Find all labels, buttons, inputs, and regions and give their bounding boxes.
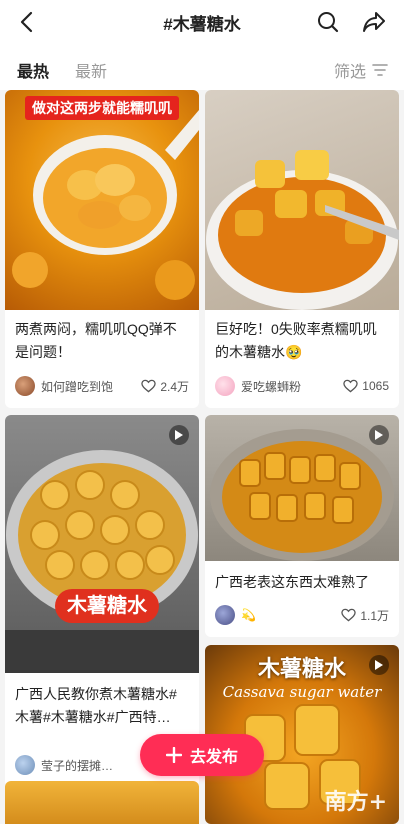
play-icon xyxy=(375,430,383,440)
publish-label: 去发布 xyxy=(189,749,238,766)
note-title: 广西人民教你煮木薯糖水#木薯#木薯糖水#广西特… xyxy=(15,686,177,725)
share-arrow-icon xyxy=(363,12,385,32)
cover-illustration xyxy=(206,150,399,310)
publish-button[interactable]: 去发布 xyxy=(140,734,264,776)
search-icon xyxy=(318,12,339,33)
avatar[interactable] xyxy=(15,755,35,775)
play-icon xyxy=(175,430,183,440)
like-button[interactable]: 1.1万 xyxy=(341,607,389,624)
cover-illustration xyxy=(12,110,199,300)
author-name[interactable]: 如何蹭吃到饱 xyxy=(41,378,141,395)
note-card[interactable] xyxy=(5,781,199,824)
like-count: 1.1万 xyxy=(360,608,389,623)
tab-hot[interactable]: 最热 xyxy=(17,58,49,82)
like-count: 2.4万 xyxy=(160,379,189,394)
tab-latest[interactable]: 最新 xyxy=(75,58,107,82)
avatar[interactable] xyxy=(215,605,235,625)
note-cover-image xyxy=(205,90,399,310)
filter-icon xyxy=(372,64,388,76)
filter-button[interactable]: 筛选 xyxy=(334,58,388,82)
like-button[interactable]: 2.4万 xyxy=(141,378,189,395)
note-cover-image xyxy=(5,781,199,824)
heart-icon xyxy=(343,379,359,393)
note-cover-image: 做对这两步就能糯叽叽 xyxy=(5,90,199,310)
video-play-badge xyxy=(369,655,389,675)
share-button[interactable] xyxy=(360,8,388,36)
note-meta: 💫 1.1万 xyxy=(215,605,389,625)
filter-label: 筛选 xyxy=(333,64,366,81)
cover-illustration xyxy=(5,450,199,673)
heart-icon xyxy=(341,608,357,622)
note-card[interactable]: 木薯糖水 广西人民教你煮木薯糖水#木薯#木薯糖水#广西特… 莹子的摆摊… xyxy=(5,415,199,787)
video-play-badge xyxy=(169,425,189,445)
watermark-logo: 南方+ xyxy=(324,789,387,815)
cover-subcaption: Cassava sugar water xyxy=(222,683,382,701)
note-meta: 如何蹭吃到饱 2.4万 xyxy=(15,376,189,396)
like-button[interactable]: 1065 xyxy=(343,379,389,393)
cover-caption: 做对这两步就能糯叽叽 xyxy=(25,96,179,120)
page-title: #木薯糖水 xyxy=(163,15,241,34)
note-cover-image xyxy=(205,415,399,561)
plus-icon xyxy=(165,747,182,763)
note-card[interactable]: 巨好吃！0失败率煮糯叽叽的木薯糖水🥹 爱吃螺蛳粉 1065 xyxy=(205,90,399,408)
cover-caption: 木薯糖水 xyxy=(55,589,159,623)
video-play-badge xyxy=(369,425,389,445)
note-cover-image: 木薯糖水 xyxy=(5,415,199,673)
avatar[interactable] xyxy=(15,376,35,396)
sort-tabs: 最热 最新 筛选 xyxy=(0,44,404,90)
top-bar: #木薯糖水 xyxy=(0,0,404,44)
note-card[interactable]: 广西老表这东西太难熟了 💫 1.1万 xyxy=(205,415,399,637)
note-title: 广西老表这东西太难熟了 xyxy=(215,574,369,590)
like-count: 1065 xyxy=(362,379,389,393)
heart-icon xyxy=(141,379,157,393)
author-name[interactable]: 💫 xyxy=(241,608,341,622)
app-root: #木薯糖水 最热 最新 筛选 做对这两步就能糯叽叽 两煮两闷，糯叽叽QQ弹不是问… xyxy=(0,0,404,824)
note-card[interactable]: 做对这两步就能糯叽叽 两煮两闷，糯叽叽QQ弹不是问题！ 如何蹭吃到饱 2.4万 xyxy=(5,90,199,408)
author-name[interactable]: 爱吃螺蛳粉 xyxy=(241,378,343,395)
note-title: 巨好吃！0失败率煮糯叽叽的木薯糖水🥹 xyxy=(215,321,377,360)
avatar[interactable] xyxy=(215,376,235,396)
note-title: 两煮两闷，糯叽叽QQ弹不是问题！ xyxy=(15,321,177,360)
note-meta: 爱吃螺蛳粉 1065 xyxy=(215,376,389,396)
play-icon xyxy=(375,660,383,670)
search-button[interactable] xyxy=(314,8,342,36)
